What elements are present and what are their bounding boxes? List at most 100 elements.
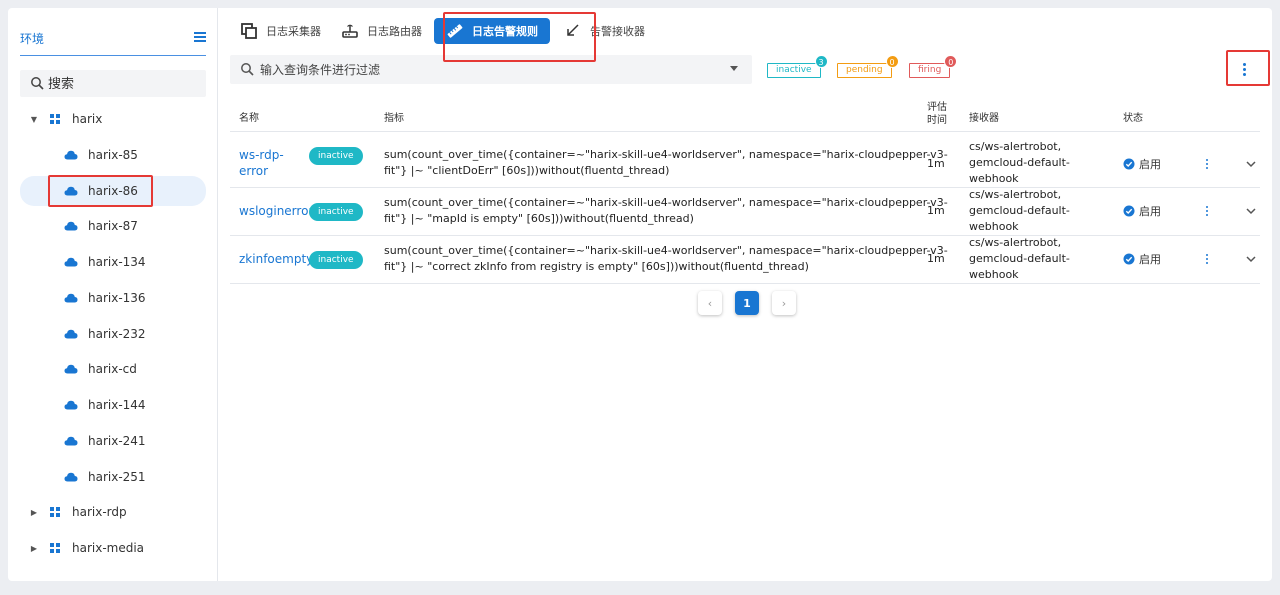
- tab-log-router[interactable]: 日志路由器: [341, 18, 422, 44]
- status-label: 启用: [1139, 158, 1161, 171]
- table-row: zkinfoempty inactive sum(count_over_time…: [230, 236, 1260, 284]
- environment-sidebar: 环境 ▼ harix harix-85 harix-86 harix-87 ha…: [8, 8, 218, 581]
- tree-item-harix-251[interactable]: harix-251: [64, 462, 146, 492]
- cloud-icon: [64, 472, 78, 482]
- tree-label: harix: [72, 112, 103, 126]
- metric-line: fit"} |~ "clientDoErr" [60s]))without(fl…: [384, 164, 670, 177]
- rule-name-link[interactable]: ws-rdp- error: [239, 147, 284, 179]
- chevron-down-icon[interactable]: [1244, 252, 1258, 266]
- metric-expression: sum(count_over_time({container=~"harix-s…: [384, 243, 948, 275]
- search-icon: [31, 77, 44, 90]
- header-eval-line: 时间: [927, 115, 947, 126]
- chip-count: 0: [885, 55, 899, 68]
- chevron-down-icon[interactable]: [1244, 157, 1258, 171]
- chip-firing[interactable]: firing 0: [909, 55, 958, 78]
- more-options-button[interactable]: [1228, 53, 1260, 85]
- eval-interval: 1m: [927, 157, 945, 170]
- prev-page-button[interactable]: ‹: [698, 291, 722, 315]
- status-indicator: 启用: [1123, 203, 1161, 219]
- header-eval-line: 评估: [927, 102, 947, 113]
- tree-item-harix-241[interactable]: harix-241: [64, 426, 146, 456]
- chip-pending[interactable]: pending 0: [837, 55, 899, 78]
- tree-label: harix-85: [88, 148, 138, 162]
- status-indicator: 启用: [1123, 156, 1161, 172]
- chip-label: inactive: [776, 65, 812, 75]
- tree-item-harix-cd[interactable]: harix-cd: [64, 354, 137, 384]
- tree-item-harix-87[interactable]: harix-87: [64, 211, 138, 241]
- receiver-list: cs/ws-alertrobot, gemcloud-default- webh…: [969, 187, 1070, 235]
- filter-input[interactable]: [260, 60, 720, 80]
- eval-interval: 1m: [927, 204, 945, 217]
- tree-item-harix-85[interactable]: harix-85: [64, 140, 138, 170]
- caret-down-icon[interactable]: ▼: [28, 115, 40, 124]
- row-more-button[interactable]: [1202, 203, 1212, 219]
- receiver-line: gemcloud-default-: [969, 204, 1070, 217]
- sidebar-title: 环境: [20, 32, 45, 46]
- tree-label: harix-rdp: [72, 505, 127, 519]
- tree-label: harix-87: [88, 219, 138, 233]
- state-badge: inactive: [309, 203, 363, 221]
- more-vertical-icon: [1242, 62, 1246, 76]
- row-more-button[interactable]: [1202, 156, 1212, 172]
- receiver-line: webhook: [969, 220, 1019, 233]
- cloud-icon: [64, 293, 78, 303]
- cloud-icon: [64, 257, 78, 267]
- tree-group-harix-media[interactable]: ▶ harix-media: [28, 533, 208, 563]
- tree-label: harix-media: [72, 541, 145, 555]
- header-status: 状态: [1123, 113, 1143, 124]
- tab-alert-receiver[interactable]: 告警接收器: [564, 18, 645, 44]
- tree-label: harix-134: [88, 255, 146, 269]
- tree-label: harix-86: [88, 184, 138, 198]
- ruler-icon: [447, 24, 463, 38]
- state-badge: inactive: [309, 251, 363, 269]
- tree-group-harix[interactable]: ▼ harix: [28, 104, 208, 134]
- receiver-list: cs/ws-alertrobot, gemcloud-default- webh…: [969, 235, 1070, 283]
- more-vertical-icon: [1206, 159, 1208, 169]
- cloud-icon: [64, 436, 78, 446]
- rule-name-link[interactable]: zkinfoempty: [239, 251, 313, 267]
- collector-icon: [241, 23, 257, 39]
- rule-name-link[interactable]: wsloginerror: [239, 203, 313, 219]
- metric-expression: sum(count_over_time({container=~"harix-s…: [384, 147, 948, 179]
- status-label: 启用: [1139, 205, 1161, 218]
- chip-label: pending: [846, 65, 883, 75]
- chip-inactive[interactable]: inactive 3: [767, 55, 828, 78]
- caret-right-icon[interactable]: ▶: [28, 508, 40, 517]
- cloud-icon: [64, 186, 78, 196]
- tree-item-harix-86[interactable]: harix-86: [20, 176, 206, 206]
- chevron-down-icon[interactable]: [1244, 204, 1258, 218]
- menu-icon[interactable]: [194, 32, 206, 42]
- tree-item-harix-232[interactable]: harix-232: [64, 319, 146, 349]
- tree-item-harix-144[interactable]: harix-144: [64, 390, 146, 420]
- metric-line: fit"} |~ "mapId is empty" [60s]))without…: [384, 212, 694, 225]
- tab-label: 日志告警规则: [472, 25, 538, 38]
- status-indicator: 启用: [1123, 251, 1161, 267]
- tree-item-harix-136[interactable]: harix-136: [64, 283, 146, 313]
- tree-label: harix-241: [88, 434, 146, 448]
- chip-count: 0: [944, 55, 958, 68]
- header-metric: 指标: [384, 113, 404, 124]
- grid-icon: [50, 114, 60, 124]
- chip-count: 3: [814, 55, 828, 68]
- status-label: 启用: [1139, 253, 1161, 266]
- sidebar-search-input[interactable]: [48, 74, 198, 94]
- next-page-button[interactable]: ›: [772, 291, 796, 315]
- cloud-icon: [64, 364, 78, 374]
- caret-right-icon[interactable]: ▶: [28, 544, 40, 553]
- rule-name-line: wsloginerror: [239, 204, 314, 218]
- tree-group-harix-rdp[interactable]: ▶ harix-rdp: [28, 497, 208, 527]
- header-name: 名称: [239, 113, 259, 124]
- state-badge: inactive: [309, 147, 363, 165]
- tree-item-harix-134[interactable]: harix-134: [64, 247, 146, 277]
- row-more-button[interactable]: [1202, 251, 1212, 267]
- tab-log-alert-rules[interactable]: 日志告警规则: [434, 18, 550, 44]
- tab-log-collector[interactable]: 日志采集器: [240, 18, 321, 44]
- receiver-line: webhook: [969, 172, 1019, 185]
- page-1-button[interactable]: 1: [735, 291, 759, 315]
- receiver-line: gemcloud-default-: [969, 156, 1070, 169]
- cloud-icon: [64, 329, 78, 339]
- metric-line: sum(count_over_time({container=~"harix-s…: [384, 196, 948, 209]
- chevron-down-icon[interactable]: [730, 66, 738, 71]
- tree-label: harix-144: [88, 398, 146, 412]
- metric-line: fit"} |~ "correct zkInfo from registry i…: [384, 260, 809, 273]
